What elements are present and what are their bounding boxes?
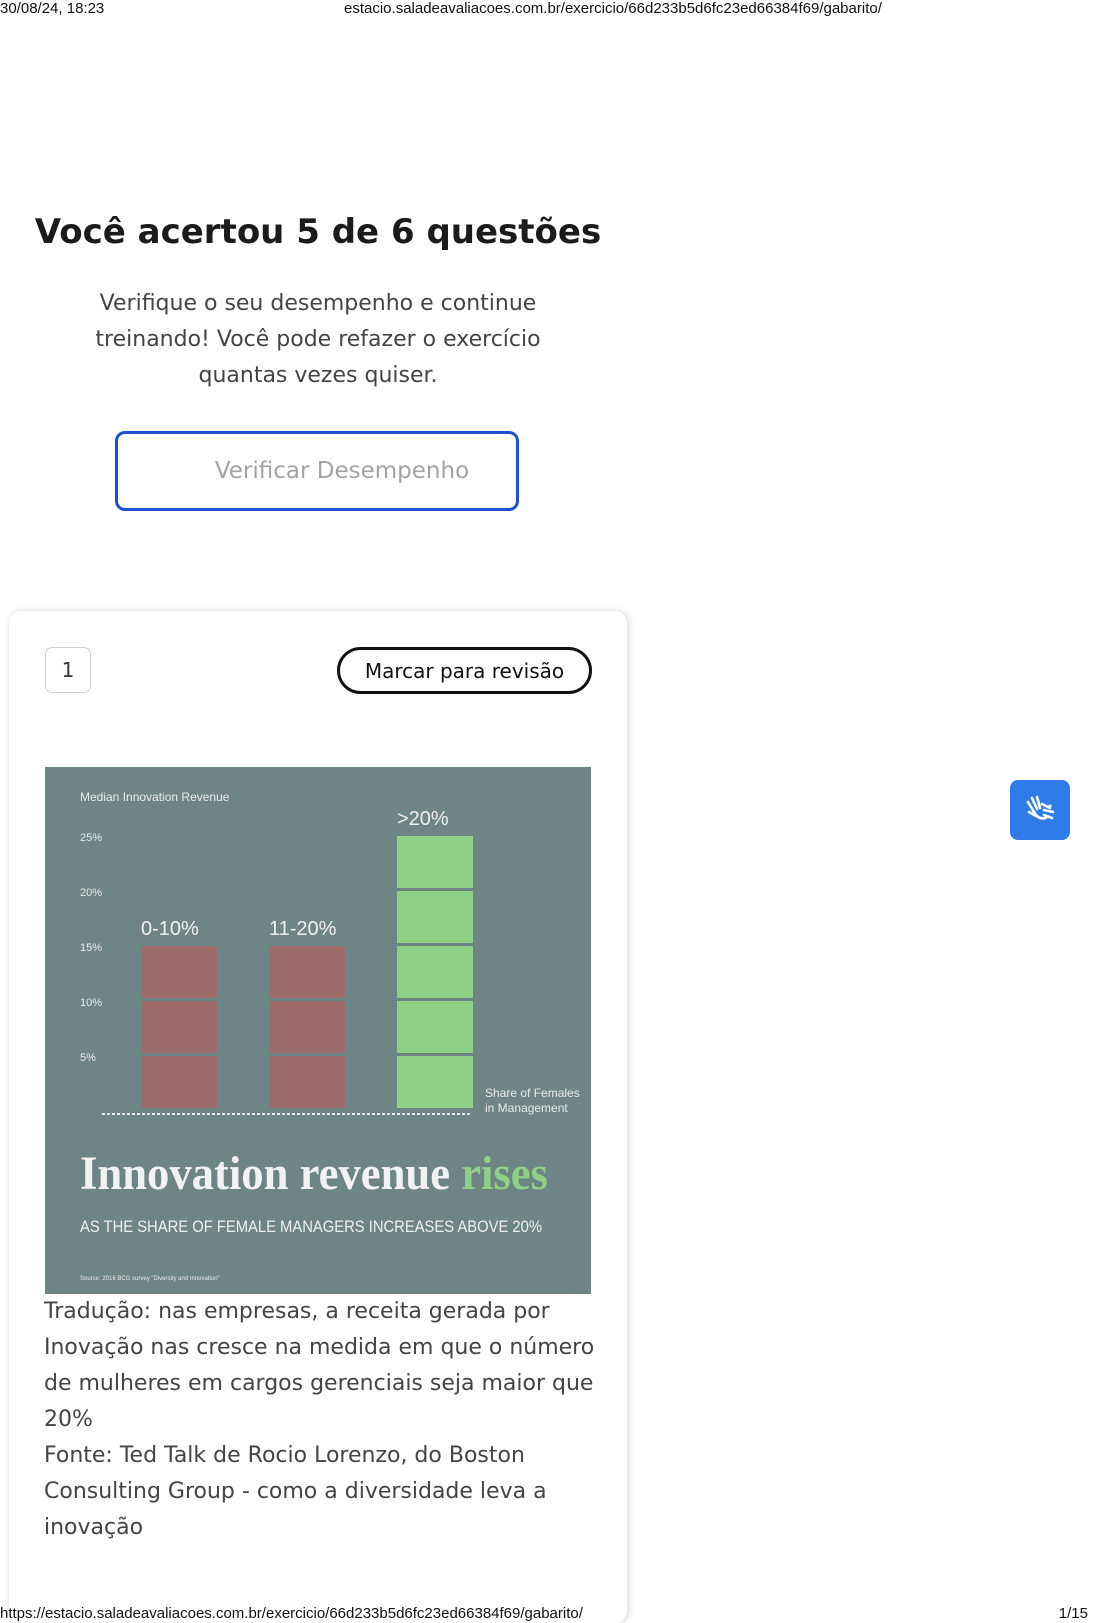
infographic-bar-block xyxy=(141,946,217,998)
print-datetime: 30/08/24, 18:23 xyxy=(0,0,105,17)
caption-translation: Tradução: nas empresas, a receita gerada… xyxy=(44,1299,595,1432)
infographic-ytick: 20% xyxy=(80,887,102,899)
infographic-bar-block xyxy=(397,836,473,888)
infographic-subheadline: AS THE SHARE OF FEMALE MANAGERS INCREASE… xyxy=(80,1217,542,1236)
infographic-ytick: 15% xyxy=(80,942,102,954)
infographic-xlabel-line2: in Management xyxy=(485,1101,568,1115)
infographic-ytick: 5% xyxy=(80,1052,96,1064)
infographic-ytick: 25% xyxy=(80,832,102,844)
verify-performance-label: Verificar Desempenho xyxy=(214,458,470,484)
question-caption: Tradução: nas empresas, a receita gerada… xyxy=(44,1294,604,1546)
infographic-bar-block xyxy=(141,1001,217,1053)
infographic-source: Source: 2016 BCG survey "Diversity and I… xyxy=(80,1276,220,1282)
infographic-bar-block xyxy=(397,1056,473,1108)
infographic-bar-label: 11-20% xyxy=(269,918,337,940)
result-title: Você acertou 5 de 6 questões xyxy=(34,212,602,252)
caption-source: Fonte: Ted Talk de Rocio Lorenzo, do Bos… xyxy=(44,1443,547,1540)
infographic-ytick: 10% xyxy=(80,997,102,1009)
infographic-headline: Innovation revenue rises xyxy=(80,1147,548,1200)
infographic-image: Median Innovation Revenue 25% 20% 15% 10% 5%… xyxy=(45,767,591,1294)
print-footer-url: https://estacio.saladeavaliacoes.com.br/… xyxy=(0,1605,583,1622)
accessibility-sign-language-button[interactable] xyxy=(1010,780,1070,840)
infographic-xlabel-line1: Share of Females xyxy=(485,1086,580,1100)
infographic-bar-block xyxy=(269,946,345,998)
print-footer: https://estacio.saladeavaliacoes.com.br/… xyxy=(0,1605,1094,1623)
infographic-bar-label: 0-10% xyxy=(141,918,199,940)
infographic-bar-block xyxy=(141,1056,217,1108)
mark-for-review-button[interactable]: Marcar para revisão xyxy=(337,647,592,694)
print-page-number: 1/15 xyxy=(1058,1605,1088,1622)
infographic-bar-block xyxy=(397,946,473,998)
print-page-url: estacio.saladeavaliacoes.com.br/exercici… xyxy=(344,0,882,17)
infographic-ylabel: Median Innovation Revenue xyxy=(80,790,230,804)
infographic-bar-block xyxy=(269,1056,345,1108)
infographic-bar-block xyxy=(397,891,473,943)
question-number: 1 xyxy=(45,647,91,693)
print-header: 30/08/24, 18:23 estacio.saladeavaliacoes… xyxy=(0,0,1094,18)
sign-language-hands-icon xyxy=(1026,795,1055,820)
infographic-bar-block xyxy=(397,1001,473,1053)
infographic-bar-block xyxy=(269,1001,345,1053)
infographic-bar-label: >20% xyxy=(397,808,449,830)
verify-performance-button[interactable]: Verificar Desempenho xyxy=(115,431,519,511)
result-subtitle: Verifique o seu desempenho e continue tr… xyxy=(95,291,541,388)
